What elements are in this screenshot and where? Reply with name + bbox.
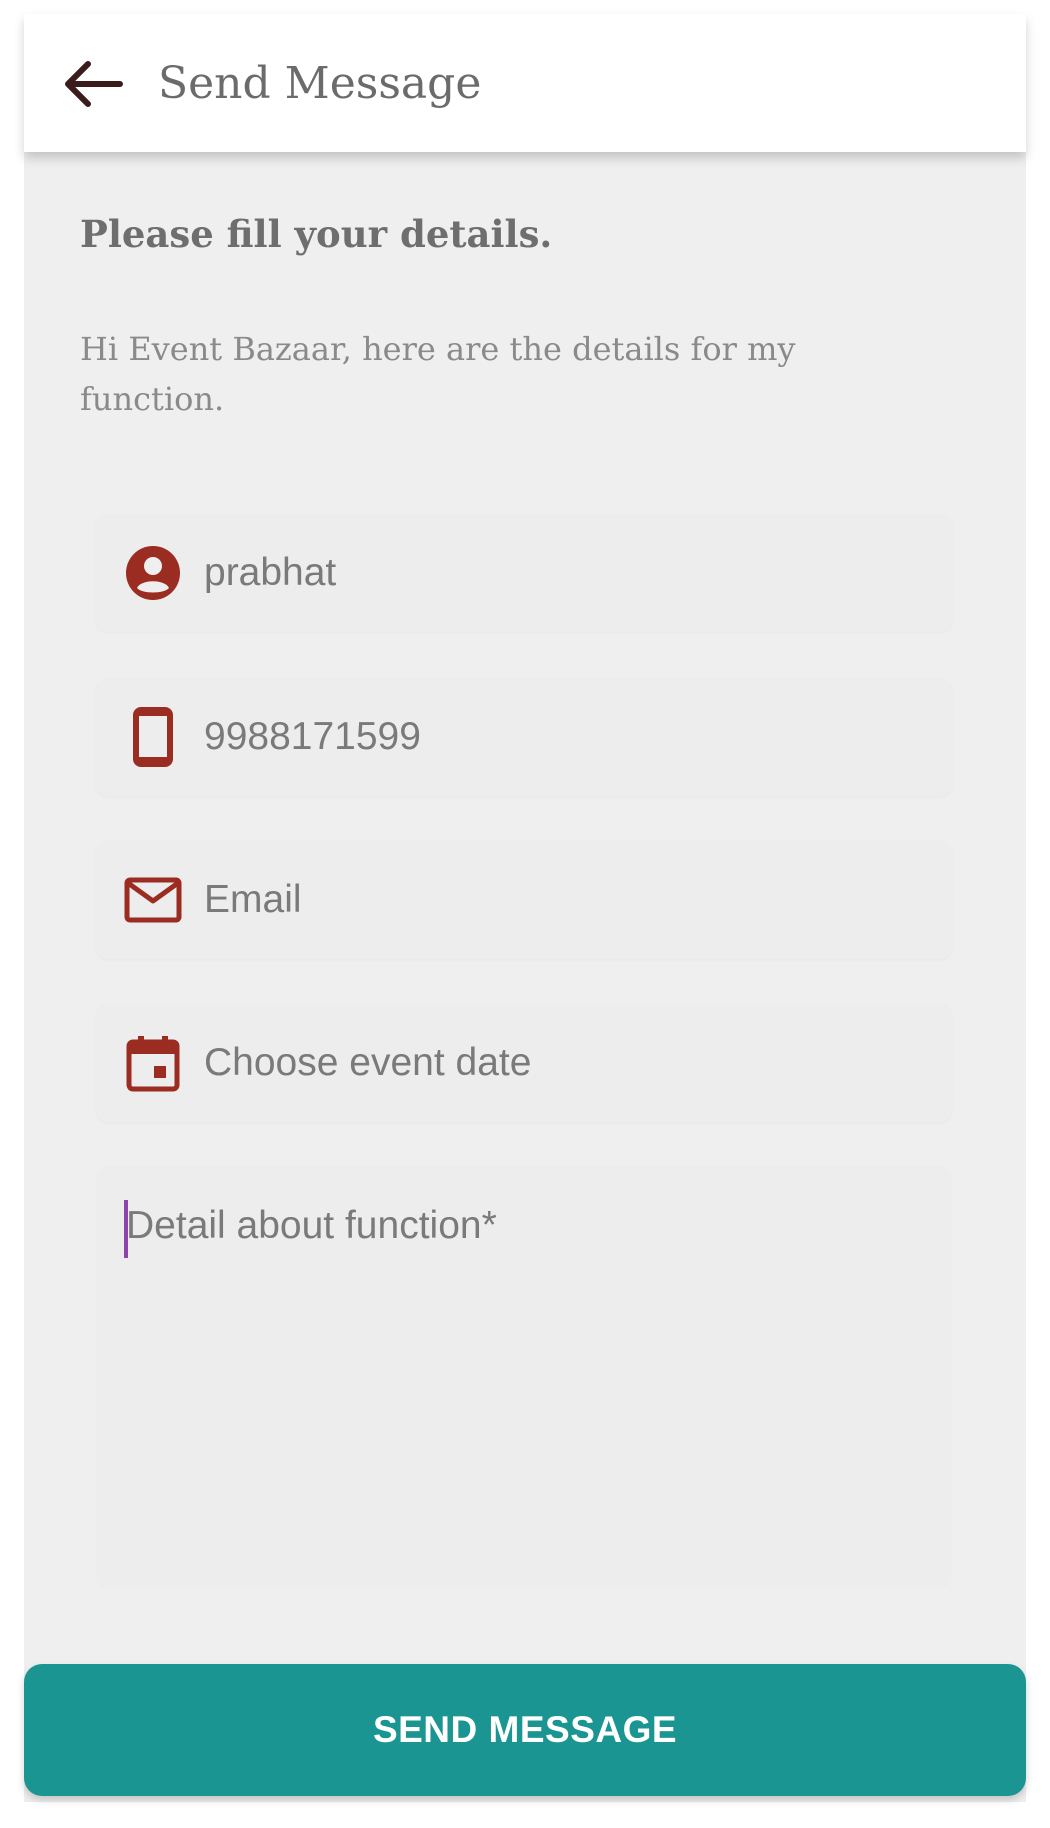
send-message-button[interactable]: SEND MESSAGE bbox=[24, 1664, 1026, 1796]
form-heading: Please fill your details. bbox=[80, 212, 553, 256]
phone-value: 9988171599 bbox=[204, 715, 421, 758]
calendar-icon bbox=[122, 1032, 184, 1094]
form-intro: Hi Event Bazaar, here are the details fo… bbox=[80, 330, 796, 418]
event-date-placeholder: Choose event date bbox=[204, 1041, 532, 1084]
page-title: Send Message bbox=[158, 58, 482, 109]
send-message-screen: Send Message Please fill your details. H… bbox=[24, 14, 1026, 1802]
name-field[interactable]: prabhat bbox=[96, 514, 952, 632]
back-button[interactable] bbox=[58, 54, 128, 114]
phone-field[interactable]: 9988171599 bbox=[96, 678, 952, 796]
account-circle-icon bbox=[122, 542, 184, 604]
arrow-back-icon bbox=[65, 61, 123, 107]
function-detail-placeholder: Detail about function* bbox=[126, 1204, 497, 1247]
smartphone-icon bbox=[122, 706, 184, 768]
mail-icon bbox=[122, 869, 184, 931]
email-placeholder: Email bbox=[204, 878, 302, 921]
name-value: prabhat bbox=[204, 551, 337, 594]
app-bar: Send Message bbox=[24, 14, 1026, 152]
send-message-label: SEND MESSAGE bbox=[372, 1709, 678, 1750]
email-field[interactable]: Email bbox=[96, 841, 952, 959]
event-date-field[interactable]: Choose event date bbox=[96, 1004, 952, 1122]
